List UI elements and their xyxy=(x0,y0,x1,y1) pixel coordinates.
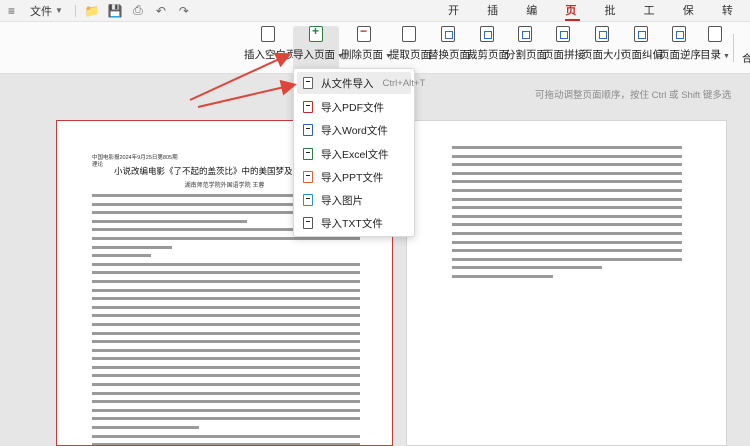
shortcut-label: Ctrl+Alt+T xyxy=(382,77,426,89)
ppt-file-icon xyxy=(303,171,313,183)
word-file-icon xyxy=(303,124,313,136)
merge-page-button[interactable]: 页面拼接 xyxy=(543,26,585,70)
toc-button[interactable]: 目录 ▼ xyxy=(700,26,730,70)
page-thumbnail-2[interactable] xyxy=(406,120,727,446)
replace-page-button[interactable]: 替换页面 xyxy=(428,26,470,70)
toc-icon xyxy=(708,26,722,42)
print-icon[interactable]: ⎙ xyxy=(131,3,145,18)
replace-page-icon xyxy=(441,26,455,42)
menu-item-import-txt[interactable]: 导入TXT文件 xyxy=(297,212,411,234)
excel-file-icon xyxy=(303,148,313,160)
insert-blank-page-button[interactable]: 插入空白页 xyxy=(244,26,297,70)
more-button[interactable]: 合 xyxy=(742,50,750,65)
txt-file-icon xyxy=(303,217,313,229)
divider xyxy=(733,34,734,62)
delete-page-icon xyxy=(357,24,371,42)
ribbon-toolbar: 插入空白页 导入页面 ▼ 删除页面 ▼ 提取页面 替换页面 裁剪页面 分割页面 … xyxy=(0,22,750,74)
folder-icon[interactable]: 📁 xyxy=(85,4,100,18)
menu-item-import-excel[interactable]: 导入Excel文件 xyxy=(297,143,411,165)
image-file-icon xyxy=(303,194,313,206)
hamburger-menu-icon[interactable]: ≡ xyxy=(8,4,26,18)
reverse-page-icon xyxy=(672,26,686,42)
ribbon-tabs: 开始 插入 编辑 页面 批注 工具 保护 转换 xyxy=(437,0,750,39)
quick-access-toolbar: 📁 💾 ⎙ ↶ ↷ xyxy=(74,3,191,18)
chevron-down-icon: ▼ xyxy=(721,53,730,60)
doc-body-text xyxy=(452,146,682,284)
pdf-file-icon xyxy=(303,101,313,113)
split-page-icon xyxy=(518,26,532,42)
tab-edit[interactable]: 编辑 xyxy=(515,0,551,39)
tab-tools[interactable]: 工具 xyxy=(633,0,669,39)
doc-header-line: 中国电影报2024年9月25日第805期 xyxy=(92,155,178,161)
tab-annotate[interactable]: 批注 xyxy=(594,0,630,39)
split-page-button[interactable]: 分割页面 xyxy=(505,26,547,70)
tab-home[interactable]: 开始 xyxy=(437,0,473,39)
import-page-dropdown: 从文件导入 Ctrl+Alt+T 导入PDF文件 导入Word文件 导入Exce… xyxy=(293,68,425,237)
deskew-page-button[interactable]: 页面纠偏 xyxy=(621,26,663,70)
tab-insert[interactable]: 插入 xyxy=(476,0,512,39)
redo-icon[interactable]: ↷ xyxy=(177,4,191,18)
reverse-page-button[interactable]: 页面逆序 xyxy=(659,26,701,70)
file-menu[interactable]: 文件 xyxy=(30,3,52,19)
reorder-hint: 可拖动调整页面顺序，按住 Ctrl 或 Shift 键多选 xyxy=(535,90,732,101)
import-page-icon xyxy=(309,24,323,42)
arrow-to-import-from-file xyxy=(197,79,297,108)
menu-item-import-word[interactable]: 导入Word文件 xyxy=(297,119,411,141)
merge-page-icon xyxy=(556,26,570,42)
chevron-down-icon[interactable]: ▼ xyxy=(55,6,63,15)
menu-item-import-ppt[interactable]: 导入PPT文件 xyxy=(297,166,411,188)
import-page-button[interactable]: 导入页面 ▼ xyxy=(293,24,344,70)
crop-page-icon xyxy=(480,26,494,42)
menu-item-import-from-file[interactable]: 从文件导入 Ctrl+Alt+T xyxy=(297,72,425,94)
tab-page[interactable]: 页面 xyxy=(554,0,590,39)
extract-page-button[interactable]: 提取页面 xyxy=(389,26,431,70)
delete-page-button[interactable]: 删除页面 ▼ xyxy=(341,24,392,70)
tab-protect[interactable]: 保护 xyxy=(672,0,708,39)
tab-convert[interactable]: 转换 xyxy=(711,0,747,39)
page-size-button[interactable]: 页面大小 xyxy=(582,26,624,70)
crop-page-button[interactable]: 裁剪页面 xyxy=(467,26,509,70)
page-size-icon xyxy=(595,26,609,42)
menu-item-import-pdf[interactable]: 导入PDF文件 xyxy=(297,96,411,118)
blank-page-icon xyxy=(261,26,275,42)
file-import-icon xyxy=(303,77,313,89)
save-icon[interactable]: 💾 xyxy=(108,4,123,18)
divider xyxy=(74,4,76,17)
menu-item-import-image[interactable]: 导入图片 xyxy=(297,189,411,211)
deskew-page-icon xyxy=(634,26,648,42)
undo-icon[interactable]: ↶ xyxy=(154,4,168,18)
extract-page-icon xyxy=(402,26,416,42)
